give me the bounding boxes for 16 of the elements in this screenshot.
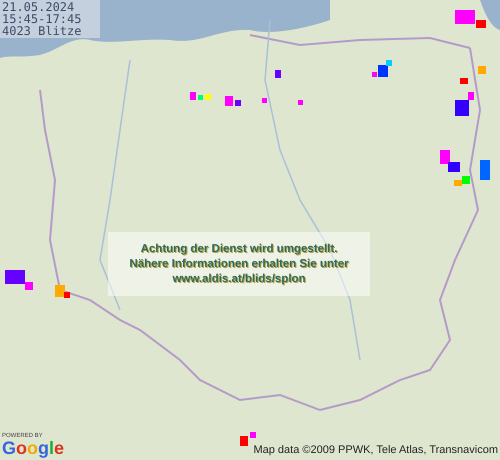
lightning-cluster-drawing	[455, 66, 486, 116]
notice-text: Achtung der Dienst wird umgestellt.	[140, 242, 338, 256]
notice-text: Nähere Informationen erhalten Sie unter	[129, 256, 349, 272]
lightning-cluster-drawing	[440, 150, 490, 186]
strike-count-label: 4023 Blitze	[2, 25, 82, 37]
lightning-cluster-drawing	[455, 10, 486, 28]
lightning-cluster-drawing	[240, 432, 256, 446]
lightning-cluster-drawing	[55, 285, 70, 298]
lightning-cluster-drawing	[5, 270, 33, 290]
lightning-cluster-drawing	[372, 60, 392, 77]
map-attribution: Map data ©2009 PPWK, Tele Atlas, Transnavicom	[251, 443, 500, 457]
lake-area	[480, 0, 500, 30]
notice-text: www.aldis.at/blids/splon	[172, 272, 306, 286]
date-label: 21.05.2024	[2, 1, 76, 13]
google-logo[interactable]: Google	[2, 438, 64, 458]
time-range-label: 15:45-17:45	[2, 13, 82, 25]
